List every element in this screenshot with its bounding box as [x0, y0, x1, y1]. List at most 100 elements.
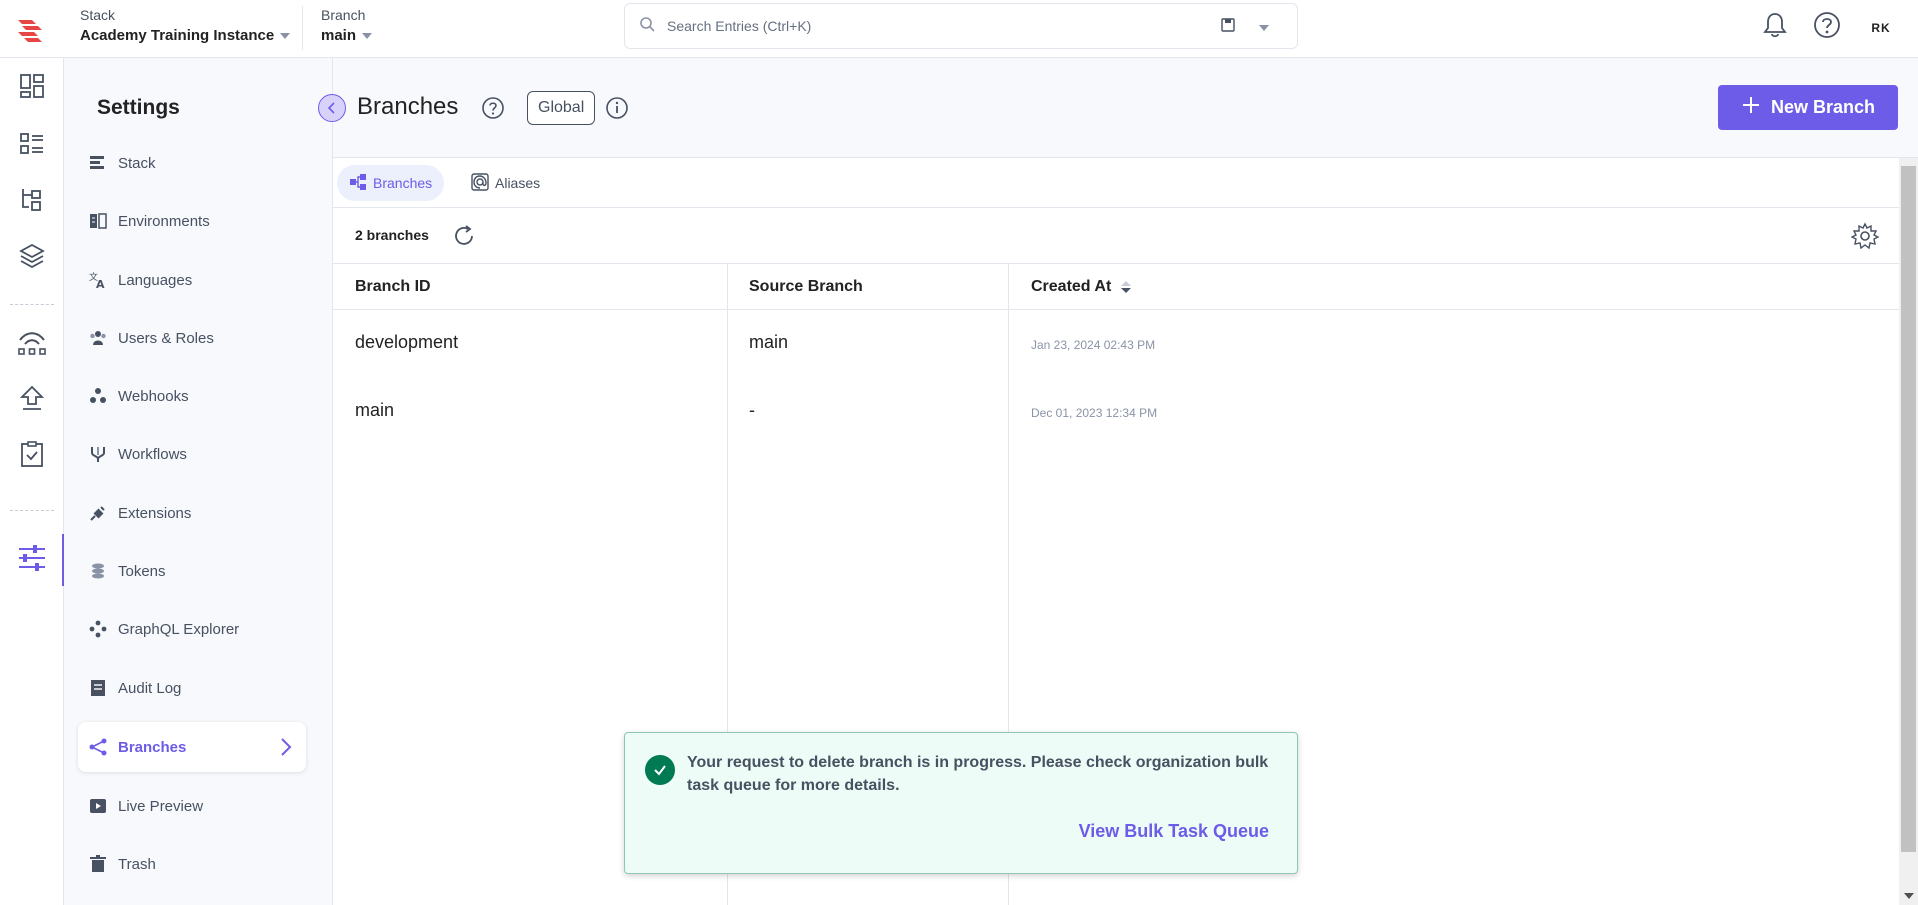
sidebar-item-live-preview[interactable]: Live Preview [78, 781, 306, 831]
tab-aliases[interactable]: Aliases [459, 165, 552, 201]
sidebar-item-label: Branches [118, 738, 187, 756]
sidebar-item-workflows[interactable]: Workflows [78, 429, 306, 479]
sidebar-item-webhooks[interactable]: Webhooks [78, 371, 306, 421]
created-at-cell: Jan 23, 2024 02:43 PM [1031, 338, 1156, 352]
gear-icon[interactable] [1850, 222, 1880, 255]
page-header: Branches Global New Branch [333, 58, 1918, 158]
workflows-icon [88, 444, 108, 464]
sidebar-item-environments[interactable]: Environments [78, 196, 306, 246]
settings-sidebar: Settings Stack Environments 文A Languages… [64, 58, 346, 905]
dashboard-icon[interactable] [16, 70, 48, 102]
sidebar-item-extensions[interactable]: Extensions [78, 488, 306, 538]
save-search-icon[interactable] [1221, 18, 1235, 37]
search-filter-chevron-icon[interactable] [1259, 24, 1269, 31]
sidebar-item-label: Trash [118, 855, 156, 873]
branch-id-cell: main [355, 400, 395, 420]
source-branch-cell: - [749, 400, 755, 420]
success-toast: Your request to delete branch is in prog… [624, 732, 1298, 874]
sidebar-item-label: Tokens [118, 562, 166, 580]
sidebar-item-audit-log[interactable]: Audit Log [78, 663, 306, 713]
left-rail [0, 58, 65, 905]
svg-text:A: A [96, 278, 105, 289]
sidebar-item-label: Stack [118, 154, 156, 172]
contentstack-logo[interactable] [14, 12, 48, 46]
users-icon [88, 328, 108, 348]
sidebar-item-users-roles[interactable]: Users & Roles [78, 313, 306, 363]
content-models-icon[interactable] [16, 128, 48, 160]
sort-icon[interactable] [1121, 281, 1132, 293]
sidebar-item-stack[interactable]: Stack [78, 138, 306, 188]
refresh-icon[interactable] [451, 223, 477, 254]
new-branch-label: New Branch [1770, 97, 1876, 117]
branches-icon [349, 173, 367, 194]
scope-badge: Global [527, 91, 596, 125]
scroll-down-arrow-icon[interactable] [1904, 893, 1914, 899]
environments-icon [88, 211, 108, 231]
deploy-icon[interactable] [16, 382, 48, 414]
graphql-icon [88, 619, 108, 639]
divider [10, 304, 54, 305]
languages-icon: 文A [88, 270, 108, 290]
trash-icon [88, 854, 108, 874]
column-header-source-branch: Source Branch [749, 278, 863, 295]
entries-icon[interactable] [16, 184, 48, 216]
branches-icon [88, 737, 108, 757]
sidebar-item-label: Live Preview [118, 797, 204, 815]
tokens-icon [88, 561, 108, 581]
notifications-bell-icon[interactable] [1760, 10, 1790, 45]
search-placeholder: Search Entries (Ctrl+K) [667, 18, 812, 34]
stack-label: Stack [80, 7, 116, 23]
live-preview-icon [88, 796, 108, 816]
sidebar-item-label: Workflows [118, 445, 187, 463]
branch-count: 2 branches [355, 227, 429, 243]
divider [302, 6, 303, 50]
search-input[interactable]: Search Entries (Ctrl+K) [624, 3, 1298, 49]
help-icon[interactable] [1812, 10, 1842, 45]
collapse-sidebar-button[interactable] [318, 94, 346, 122]
plus-icon [1741, 95, 1761, 120]
publish-queue-icon[interactable] [16, 326, 48, 358]
extensions-icon [88, 503, 108, 523]
column-header-label: Created At [1031, 278, 1112, 295]
scrollbar[interactable] [1899, 158, 1918, 905]
info-icon[interactable] [605, 96, 629, 125]
sidebar-item-label: Users & Roles [118, 329, 214, 347]
branch-selector[interactable]: Branch main [321, 7, 373, 44]
divider [10, 510, 54, 511]
settings-icon[interactable] [16, 542, 48, 574]
sidebar-item-graphql-explorer[interactable]: GraphQL Explorer [78, 604, 306, 654]
column-header-branch-id: Branch ID [355, 278, 431, 295]
table-header: Branch ID Source Branch Created At [333, 264, 1899, 310]
help-circle-icon[interactable] [481, 96, 505, 125]
chevron-right-icon [280, 737, 292, 761]
column-header-created-at[interactable]: Created At [1031, 278, 1132, 296]
check-circle-icon [645, 755, 675, 785]
settings-title: Settings [97, 96, 180, 119]
chevron-down-icon [362, 32, 373, 39]
tab-branches[interactable]: Branches [337, 165, 445, 201]
list-toolbar: 2 branches [333, 208, 1899, 264]
sidebar-item-label: Webhooks [118, 387, 189, 405]
new-branch-button[interactable]: New Branch [1718, 85, 1898, 130]
sidebar-item-label: GraphQL Explorer [118, 620, 240, 638]
avatar[interactable]: RK [1864, 10, 1898, 45]
view-bulk-task-queue-link[interactable]: View Bulk Task Queue [1079, 821, 1269, 842]
tasks-icon[interactable] [16, 438, 48, 470]
branch-id-cell: development [355, 332, 459, 352]
branch-label: Branch [321, 7, 366, 23]
sidebar-item-branches[interactable]: Branches [78, 722, 306, 772]
chevron-down-icon [280, 32, 291, 39]
sidebar-item-languages[interactable]: 文A Languages [78, 255, 306, 305]
toast-message: Your request to delete branch is in prog… [687, 754, 1269, 794]
top-bar: Stack Academy Training Instance Branch m… [0, 0, 1918, 58]
page-title: Branches [357, 93, 459, 120]
scrollbar-thumb[interactable] [1901, 166, 1916, 852]
stack-selector[interactable]: Stack Academy Training Instance [80, 7, 291, 44]
assets-icon[interactable] [16, 240, 48, 272]
audit-log-icon [88, 678, 108, 698]
stack-icon [88, 153, 108, 173]
sidebar-item-tokens[interactable]: Tokens [78, 546, 306, 596]
webhooks-icon [88, 386, 108, 406]
tab-label: Aliases [495, 175, 541, 191]
sidebar-item-trash[interactable]: Trash [78, 839, 306, 889]
